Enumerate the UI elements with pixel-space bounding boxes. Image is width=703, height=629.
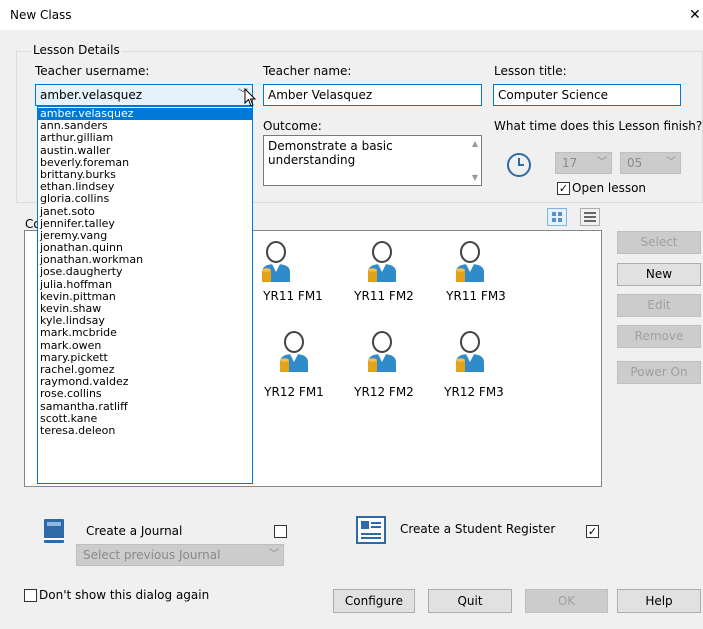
dropdown-item[interactable]: austin.waller [38,144,252,157]
student-group-icon [368,331,396,372]
open-lesson-label: Open lesson [572,181,647,195]
dropdown-item[interactable]: arthur.gilliam [38,132,252,144]
teacher-username-value: amber.velasquez [40,88,143,102]
class-tile[interactable] [358,326,406,377]
minute-value: 05 [627,156,643,170]
outcome-value: Demonstrate a basic understanding [268,139,393,167]
grid-view-icon [552,212,562,222]
outcome-label: Outcome: [263,119,322,133]
journal-icon [44,519,64,543]
create-journal-checkbox[interactable] [274,525,287,538]
create-journal-label: Create a Journal [86,524,183,538]
ok-button[interactable]: OK [525,589,608,613]
dropdown-item[interactable]: mark.owen [38,339,252,352]
configure-button[interactable]: Configure [333,589,415,613]
teacher-name-label: Teacher name: [263,64,352,78]
student-group-icon [280,331,308,372]
class-tile[interactable] [252,236,300,287]
new-button[interactable]: New [617,263,701,286]
edit-button[interactable]: Edit [617,294,701,317]
quit-button[interactable]: Quit [428,589,512,613]
dropdown-item[interactable]: samantha.ratliff [38,400,252,413]
student-group-icon [368,241,396,282]
clock-icon [507,153,531,177]
create-register-checkbox[interactable]: ✓ [586,525,599,538]
dropdown-item[interactable]: janet.soto [38,205,252,218]
hour-select[interactable]: 17 ﹀ [555,152,612,174]
lesson-details-label: Lesson Details [31,43,122,57]
lesson-title-value: Computer Science [498,88,608,102]
class-tile[interactable] [446,236,494,287]
list-view-button[interactable] [580,208,600,226]
dropdown-item[interactable]: gloria.collins [38,193,252,205]
dropdown-item[interactable]: teresa.deleon [38,424,252,437]
mouse-cursor-icon [244,88,257,107]
icon-view-button[interactable] [547,208,567,226]
finish-time-label: What time does this Lesson finish? [494,119,703,133]
class-tile-label: YR11 FM1 [263,289,323,303]
dropdown-item[interactable]: rose.collins [38,388,252,400]
lesson-title-input[interactable]: Computer Science [493,84,681,106]
window-title: New Class [10,8,72,22]
dont-show-checkbox[interactable] [24,589,37,602]
title-bar: New Class ✕ [0,0,703,30]
teacher-name-value: Amber Velasquez [268,88,373,102]
hour-value: 17 [562,156,578,170]
student-register-icon [356,516,386,544]
dropdown-item[interactable]: mark.mcbride [38,327,252,339]
previous-journal-select[interactable]: Select previous Journal ﹀ [76,544,284,566]
outcome-textarea[interactable]: Demonstrate a basic understanding ▲ ▼ [263,135,482,186]
scroll-up-icon[interactable]: ▲ [472,139,478,148]
teacher-username-label: Teacher username: [35,64,150,78]
chevron-down-icon: ﹀ [597,157,607,168]
minute-select[interactable]: 05 ﹀ [620,152,681,174]
help-button[interactable]: Help [617,589,701,613]
class-tile-label: YR11 FM2 [354,289,414,303]
power-on-button[interactable]: Power On [617,361,701,384]
close-icon[interactable]: ✕ [689,7,701,23]
scroll-down-icon[interactable]: ▼ [472,173,478,182]
student-group-icon [456,331,484,372]
dont-show-label: Don't show this dialog again [39,588,210,602]
open-lesson-checkbox[interactable]: ✓ [557,182,570,195]
student-group-icon [262,241,290,282]
student-group-icon [456,241,484,282]
lesson-title-label: Lesson title: [494,64,567,78]
class-tile-label: YR12 FM2 [354,385,414,399]
create-register-label: Create a Student Register [400,522,556,536]
dropdown-item[interactable]: jose.daugherty [38,266,252,278]
teacher-username-combo[interactable]: amber.velasquez ﹀ [35,84,253,106]
select-button[interactable]: Select [617,231,701,254]
teacher-username-dropdown[interactable]: amber.velasquez ann.sanders arthur.gilli… [37,106,253,484]
remove-button[interactable]: Remove [617,325,701,348]
list-view-icon [584,212,596,222]
class-tile-label: YR12 FM3 [444,385,504,399]
chevron-down-icon: ﹀ [269,549,279,560]
dropdown-item[interactable]: julia.hoffman [38,278,252,291]
class-tile[interactable] [358,236,406,287]
class-tile[interactable] [446,326,494,377]
chevron-down-icon: ﹀ [666,157,676,168]
class-tile-label: YR11 FM3 [446,289,506,303]
teacher-name-input[interactable]: Amber Velasquez [263,84,482,106]
class-tile-label: YR12 FM1 [264,385,324,399]
class-tile[interactable] [270,326,318,377]
previous-journal-placeholder: Select previous Journal [83,548,221,562]
